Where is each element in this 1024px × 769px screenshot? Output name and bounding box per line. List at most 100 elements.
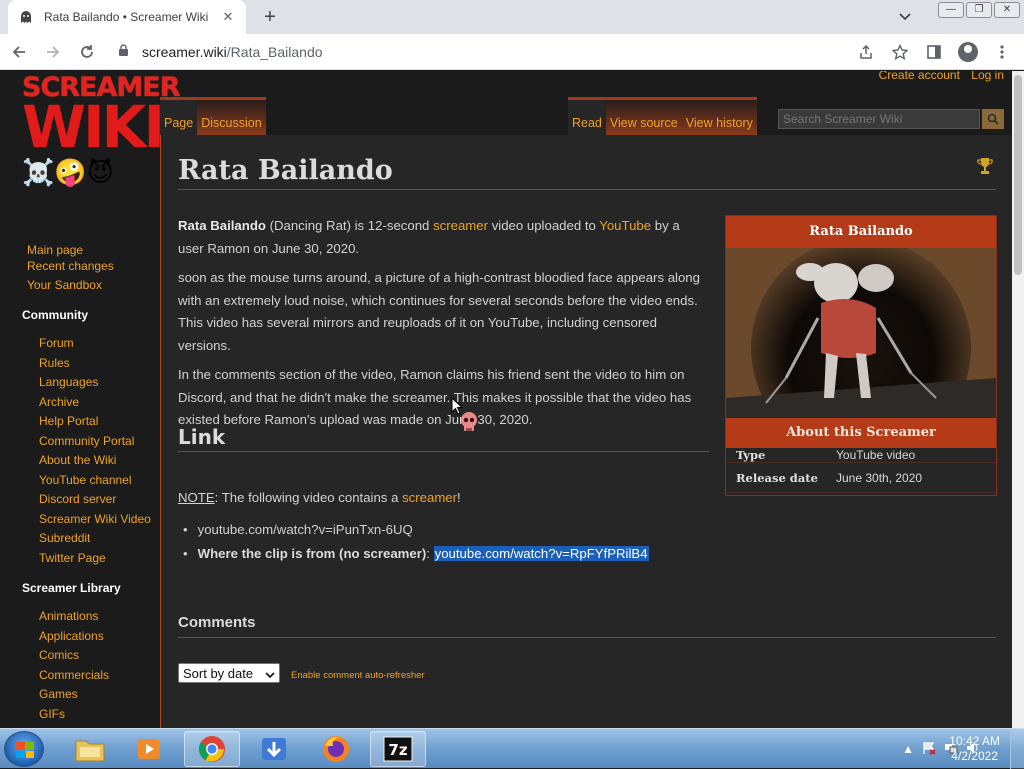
create-account-link[interactable]: Create account bbox=[879, 71, 960, 82]
sidebar-item-twitter-page[interactable]: Twitter Page bbox=[0, 549, 160, 569]
new-tab-button[interactable]: + bbox=[258, 6, 282, 28]
sidebar-item-games[interactable]: Games bbox=[0, 685, 160, 705]
paragraph-intro: Rata Bailando (Dancing Rat) is 12-second… bbox=[178, 215, 708, 260]
dancing-rat-image[interactable] bbox=[726, 248, 996, 418]
sidebar-item-commercials[interactable]: Commercials bbox=[0, 666, 160, 686]
start-button[interactable] bbox=[4, 731, 44, 767]
tab-search-chevron-icon[interactable] bbox=[894, 6, 916, 28]
wiki-search-input[interactable] bbox=[778, 109, 980, 129]
enable-auto-refresh-link[interactable]: Enable comment auto-refresher bbox=[291, 670, 425, 681]
log-in-link[interactable]: Log in bbox=[971, 71, 1004, 82]
infobox: Rata Bailando About this Screamer Type Y… bbox=[725, 215, 997, 496]
sidebar-heading-community: Community bbox=[22, 308, 88, 322]
screamer-link[interactable]: screamer bbox=[433, 218, 488, 233]
chevron-down-icon bbox=[265, 666, 275, 681]
list-item: youtube.com/watch?v=iPunTxn-6UQ bbox=[183, 518, 743, 542]
sidebar-item-archive[interactable]: Archive bbox=[0, 393, 160, 413]
article-subject: Rata Bailando bbox=[178, 218, 266, 233]
sidebar-item-discord-server[interactable]: Discord server bbox=[0, 490, 160, 510]
screamer-warning-note: NOTE: The following video contains a scr… bbox=[178, 490, 461, 505]
sidebar-item-languages[interactable]: Languages bbox=[0, 373, 160, 393]
sidebar-item-your-sandbox[interactable]: Your Sandbox bbox=[0, 276, 160, 296]
sidebar-item-community-portal[interactable]: Community Portal bbox=[0, 432, 160, 452]
forward-arrow-icon[interactable] bbox=[38, 37, 68, 67]
section-heading-link: Link bbox=[178, 425, 226, 449]
sidebar-item-rules[interactable]: Rules bbox=[0, 354, 160, 374]
article-content: Rata Bailando Rata Bailando (Dancing Rat… bbox=[160, 135, 1012, 728]
page-title: Rata Bailando bbox=[178, 155, 393, 186]
sidebar-item-animations[interactable]: Animations bbox=[0, 607, 160, 627]
wiki-logo[interactable]: SCREAMER WIKI ☠️🤪😈 bbox=[22, 74, 181, 187]
sidebar-item-main-page[interactable]: Main page bbox=[0, 241, 160, 261]
sidebar-item-applications[interactable]: Applications bbox=[0, 627, 160, 647]
bookmark-star-icon[interactable] bbox=[886, 38, 914, 66]
sort-comments-select[interactable]: Sort by date bbox=[178, 663, 280, 683]
browser-toolbar: screamer.wiki/Rata_Bailando bbox=[0, 34, 1024, 70]
windows-logo-icon bbox=[16, 742, 34, 758]
clip-source-label: Where the clip is from (no screamer) bbox=[197, 546, 427, 561]
sidebar-item-subreddit[interactable]: Subreddit bbox=[0, 529, 160, 549]
search-icon[interactable] bbox=[982, 109, 1004, 129]
tab-close-icon[interactable]: ✕ bbox=[220, 9, 236, 25]
taskbar-clock[interactable]: 10:42 AM 4/2/2022 bbox=[949, 734, 1000, 764]
tab-read[interactable]: Read bbox=[568, 100, 606, 135]
url-path: /Rata_Bailando bbox=[226, 44, 323, 60]
sidebar-item-screamer-wiki-video[interactable]: Screamer Wiki Video bbox=[0, 510, 160, 530]
logo-line-wiki: WIKI bbox=[22, 93, 165, 161]
restore-window-button[interactable]: ❐ bbox=[966, 2, 992, 18]
note-screamer-link[interactable]: screamer bbox=[402, 490, 457, 505]
file-explorer-taskbar-icon[interactable] bbox=[62, 731, 118, 767]
show-desktop-button[interactable] bbox=[1010, 729, 1024, 769]
sidebar-item-comics[interactable]: Comics bbox=[0, 646, 160, 666]
7zip-taskbar-icon[interactable]: 7z bbox=[370, 731, 426, 767]
intro-text-b: video uploaded to bbox=[488, 218, 600, 233]
clip-source-separator: : bbox=[426, 546, 434, 561]
sidebar-item-forum[interactable]: Forum bbox=[0, 334, 160, 354]
address-bar[interactable]: screamer.wiki/Rata_Bailando bbox=[112, 38, 872, 66]
close-window-button[interactable]: ✕ bbox=[994, 2, 1020, 18]
side-panel-icon[interactable] bbox=[920, 38, 948, 66]
tab-discussion[interactable]: Discussion bbox=[197, 100, 265, 135]
firefox-taskbar-icon[interactable] bbox=[308, 731, 364, 767]
reload-icon[interactable] bbox=[72, 37, 102, 67]
skull-cursor-icon bbox=[458, 411, 480, 438]
sidebar-item-recent-changes[interactable]: Recent changes bbox=[0, 261, 160, 276]
tab-view-source[interactable]: View source bbox=[606, 100, 682, 135]
infobox-key: Release date bbox=[736, 470, 818, 485]
profile-avatar-icon[interactable] bbox=[954, 38, 982, 66]
downloader-taskbar-icon[interactable] bbox=[246, 731, 302, 767]
share-icon[interactable] bbox=[852, 38, 880, 66]
tab-page[interactable]: Page bbox=[160, 100, 198, 135]
tab-view-history[interactable]: View history bbox=[682, 100, 757, 135]
sidebar-item-youtube-channel[interactable]: YouTube channel bbox=[0, 471, 160, 491]
chrome-taskbar-icon[interactable] bbox=[184, 731, 240, 767]
sidebar-item-gifs[interactable]: GIFs bbox=[0, 705, 160, 725]
youtube-link[interactable]: YouTube bbox=[599, 218, 651, 233]
sidebar-item-about-the-wiki[interactable]: About the Wiki bbox=[0, 451, 160, 471]
browser-tab[interactable]: Rata Bailando • Screamer Wiki ✕ bbox=[8, 0, 246, 34]
page-scrollbar[interactable] bbox=[1012, 71, 1024, 728]
video-link-clip-source[interactable]: youtube.com/watch?v=RpFYfPRilB4 bbox=[433, 546, 649, 561]
title-divider bbox=[178, 189, 996, 190]
infobox-row-type: Type YouTube video bbox=[726, 448, 996, 463]
page-viewport: SCREAMER WIKI ☠️🤪😈 Main page Recent chan… bbox=[0, 71, 1012, 728]
show-hidden-icons-chevron-icon[interactable]: ▲ bbox=[902, 742, 914, 756]
sidebar-item-help-portal[interactable]: Help Portal bbox=[0, 412, 160, 432]
minimize-window-button[interactable]: — bbox=[938, 2, 964, 18]
section-divider bbox=[178, 451, 709, 452]
action-center-flag-icon[interactable] bbox=[922, 741, 936, 758]
back-arrow-icon[interactable] bbox=[4, 37, 34, 67]
namespace-tabs: Page Discussion bbox=[160, 97, 266, 135]
paragraph-origin: In the comments section of the video, Ra… bbox=[178, 367, 692, 427]
kebab-menu-icon[interactable] bbox=[988, 38, 1016, 66]
lock-icon[interactable] bbox=[118, 44, 134, 60]
media-player-taskbar-icon[interactable] bbox=[122, 731, 178, 767]
video-link-screamer[interactable]: youtube.com/watch?v=iPunTxn-6UQ bbox=[198, 522, 413, 537]
url-domain: screamer.wiki bbox=[142, 44, 227, 60]
scrollbar-thumb[interactable] bbox=[1014, 75, 1022, 275]
intro-text-a: (Dancing Rat) is 12-second bbox=[265, 218, 434, 233]
comments-divider bbox=[178, 637, 996, 638]
trophy-icon[interactable] bbox=[977, 157, 993, 180]
sidebar: Main page Recent changes Your Sandbox Co… bbox=[0, 241, 160, 724]
comments-heading: Comments bbox=[178, 614, 256, 631]
